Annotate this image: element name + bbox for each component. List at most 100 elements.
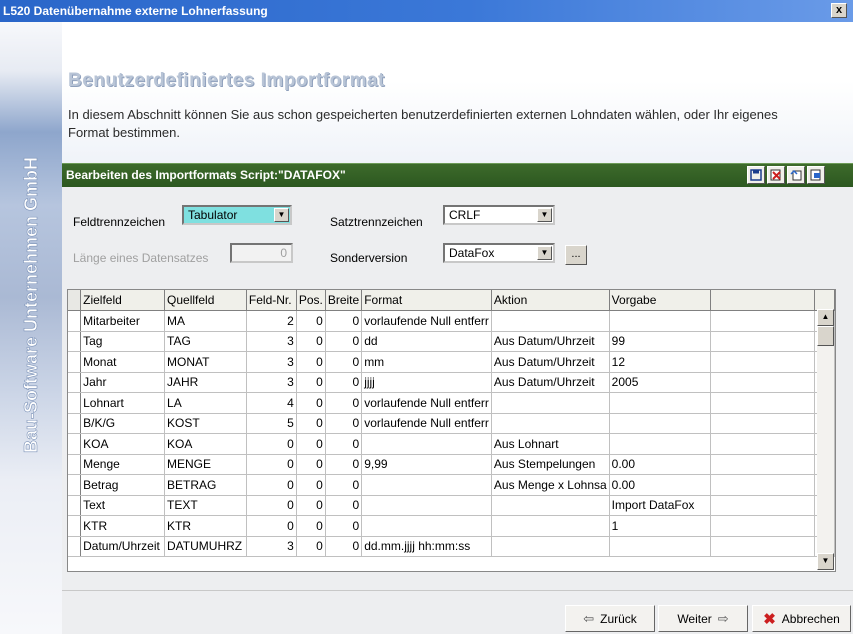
grid-scrollbar[interactable]: ▲ ▼ — [817, 309, 834, 570]
cell-feldnr[interactable]: 0 — [246, 515, 297, 537]
cell-feldnr[interactable]: 3 — [246, 331, 297, 352]
cell-breite[interactable]: 0 — [325, 474, 363, 496]
table-row[interactable]: Lohnart LA 4 0 0 vorlaufende Null entferr — [68, 392, 835, 414]
cell-vorgabe[interactable]: 2005 — [609, 372, 712, 393]
table-row[interactable]: Mitarbeiter MA 2 0 0 vorlaufende Null entferr — [68, 310, 835, 332]
cell-pos[interactable]: 0 — [296, 413, 326, 434]
cell-aktion[interactable] — [491, 310, 610, 332]
cell-format[interactable]: mm — [361, 351, 492, 373]
cell-feldnr[interactable]: 0 — [246, 495, 297, 516]
row-selector[interactable] — [68, 536, 82, 557]
cell-vorgabe[interactable]: 99 — [609, 331, 712, 352]
cell-pos[interactable]: 0 — [296, 454, 326, 475]
cell-zielfeld[interactable]: KTR — [80, 515, 166, 537]
cell-aktion[interactable]: Aus Datum/Uhrzeit — [491, 372, 610, 393]
cell-format[interactable] — [361, 474, 492, 496]
cell-vorgabe[interactable]: 12 — [609, 351, 712, 373]
table-row[interactable]: Monat MONAT 3 0 0 mm Aus Datum/Uhrzeit 12 — [68, 351, 835, 373]
sonderversion-browse-button[interactable]: ... — [565, 245, 587, 265]
row-selector[interactable] — [68, 413, 82, 434]
column-header[interactable]: Aktion — [491, 290, 610, 311]
column-header[interactable]: Quellfeld — [164, 290, 247, 311]
row-selector[interactable] — [68, 454, 82, 475]
row-selector[interactable] — [68, 331, 82, 352]
cell-quellfeld[interactable]: KOST — [164, 413, 247, 434]
cell-breite[interactable]: 0 — [325, 351, 363, 373]
back-button[interactable]: ⇦ Zurück — [565, 605, 655, 632]
cell-feldnr[interactable]: 2 — [246, 310, 297, 332]
cell-zielfeld[interactable]: Text — [80, 495, 166, 516]
table-row[interactable]: Text TEXT 0 0 0 Import DataFox — [68, 495, 835, 516]
table-row[interactable]: Betrag BETRAG 0 0 0 Aus Menge x Lohnsa 0.00 — [68, 474, 835, 496]
cell-quellfeld[interactable]: KOA — [164, 433, 247, 455]
cell-quellfeld[interactable]: TEXT — [164, 495, 247, 516]
table-row[interactable]: Menge MENGE 0 0 0 9,99 Aus Stempelungen 0.00 — [68, 454, 835, 475]
cell-breite[interactable]: 0 — [325, 310, 363, 332]
cell-aktion[interactable]: Aus Menge x Lohnsa — [491, 474, 610, 496]
cell-pos[interactable]: 0 — [296, 433, 326, 455]
cell-pos[interactable]: 0 — [296, 495, 326, 516]
cell-feldnr[interactable]: 4 — [246, 392, 297, 414]
cell-quellfeld[interactable]: JAHR — [164, 372, 247, 393]
cell-quellfeld[interactable]: DATUMUHRZ — [164, 536, 247, 557]
scroll-thumb[interactable] — [817, 326, 834, 346]
cell-format[interactable]: vorlaufende Null entferr — [361, 310, 492, 332]
cell-aktion[interactable]: Aus Lohnart — [491, 433, 610, 455]
cell-feldnr[interactable]: 3 — [246, 536, 297, 557]
cell-format[interactable] — [361, 433, 492, 455]
cell-vorgabe[interactable]: 1 — [609, 515, 712, 537]
cancel-button[interactable]: ✖ Abbrechen — [752, 605, 851, 632]
cell-format[interactable]: vorlaufende Null entferr — [361, 392, 492, 414]
cell-pos[interactable]: 0 — [296, 310, 326, 332]
cell-feldnr[interactable]: 5 — [246, 413, 297, 434]
cell-feldnr[interactable]: 0 — [246, 474, 297, 496]
cell-pos[interactable]: 0 — [296, 474, 326, 496]
cell-zielfeld[interactable]: Monat — [80, 351, 166, 373]
cell-format[interactable] — [361, 515, 492, 537]
cell-format[interactable]: jjjj — [361, 372, 492, 393]
cell-vorgabe[interactable] — [609, 392, 712, 414]
column-header[interactable]: Feld-Nr. — [246, 290, 297, 311]
cell-zielfeld[interactable]: Jahr — [80, 372, 166, 393]
cell-breite[interactable]: 0 — [325, 413, 363, 434]
cell-quellfeld[interactable]: LA — [164, 392, 247, 414]
row-selector[interactable] — [68, 433, 82, 455]
new-icon[interactable] — [787, 166, 805, 184]
cell-aktion[interactable] — [491, 536, 610, 557]
cell-quellfeld[interactable]: MENGE — [164, 454, 247, 475]
save-icon[interactable] — [747, 166, 765, 184]
cell-quellfeld[interactable]: MA — [164, 310, 247, 332]
column-header[interactable]: Vorgabe — [609, 290, 712, 311]
cell-vorgabe[interactable] — [609, 310, 712, 332]
laenge-input[interactable]: 0 — [230, 243, 293, 263]
cell-feldnr[interactable]: 3 — [246, 351, 297, 373]
cell-aktion[interactable]: Aus Stempelungen — [491, 454, 610, 475]
cell-pos[interactable]: 0 — [296, 392, 326, 414]
column-header[interactable]: Zielfeld — [80, 290, 166, 311]
cell-breite[interactable]: 0 — [325, 433, 363, 455]
cell-aktion[interactable]: Aus Datum/Uhrzeit — [491, 331, 610, 352]
table-row[interactable]: Datum/Uhrzeit DATUMUHRZ 3 0 0 dd.mm.jjjj hh:m… — [68, 536, 835, 557]
satztrennzeichen-select[interactable]: CRLF ▼ — [443, 205, 555, 225]
row-selector[interactable] — [68, 474, 82, 496]
cell-zielfeld[interactable]: Mitarbeiter — [80, 310, 166, 332]
row-selector[interactable] — [68, 495, 82, 516]
cell-aktion[interactable]: Aus Datum/Uhrzeit — [491, 351, 610, 373]
cell-pos[interactable]: 0 — [296, 536, 326, 557]
row-selector[interactable] — [68, 351, 82, 373]
table-row[interactable]: B/K/G KOST 5 0 0 vorlaufende Null entferr — [68, 413, 835, 434]
cell-vorgabe[interactable]: 0.00 — [609, 454, 712, 475]
row-selector[interactable] — [68, 310, 82, 332]
column-header[interactable]: Format — [361, 290, 492, 311]
cell-breite[interactable]: 0 — [325, 454, 363, 475]
row-selector[interactable] — [68, 515, 82, 537]
cell-feldnr[interactable]: 0 — [246, 454, 297, 475]
cell-pos[interactable]: 0 — [296, 331, 326, 352]
cell-pos[interactable]: 0 — [296, 351, 326, 373]
cell-format[interactable]: 9,99 — [361, 454, 492, 475]
table-row[interactable]: Jahr JAHR 3 0 0 jjjj Aus Datum/Uhrzeit 2005 — [68, 372, 835, 393]
row-selector[interactable] — [68, 392, 82, 414]
cell-zielfeld[interactable]: Lohnart — [80, 392, 166, 414]
close-button[interactable]: x — [831, 3, 847, 18]
chevron-down-icon[interactable]: ▼ — [274, 208, 289, 222]
